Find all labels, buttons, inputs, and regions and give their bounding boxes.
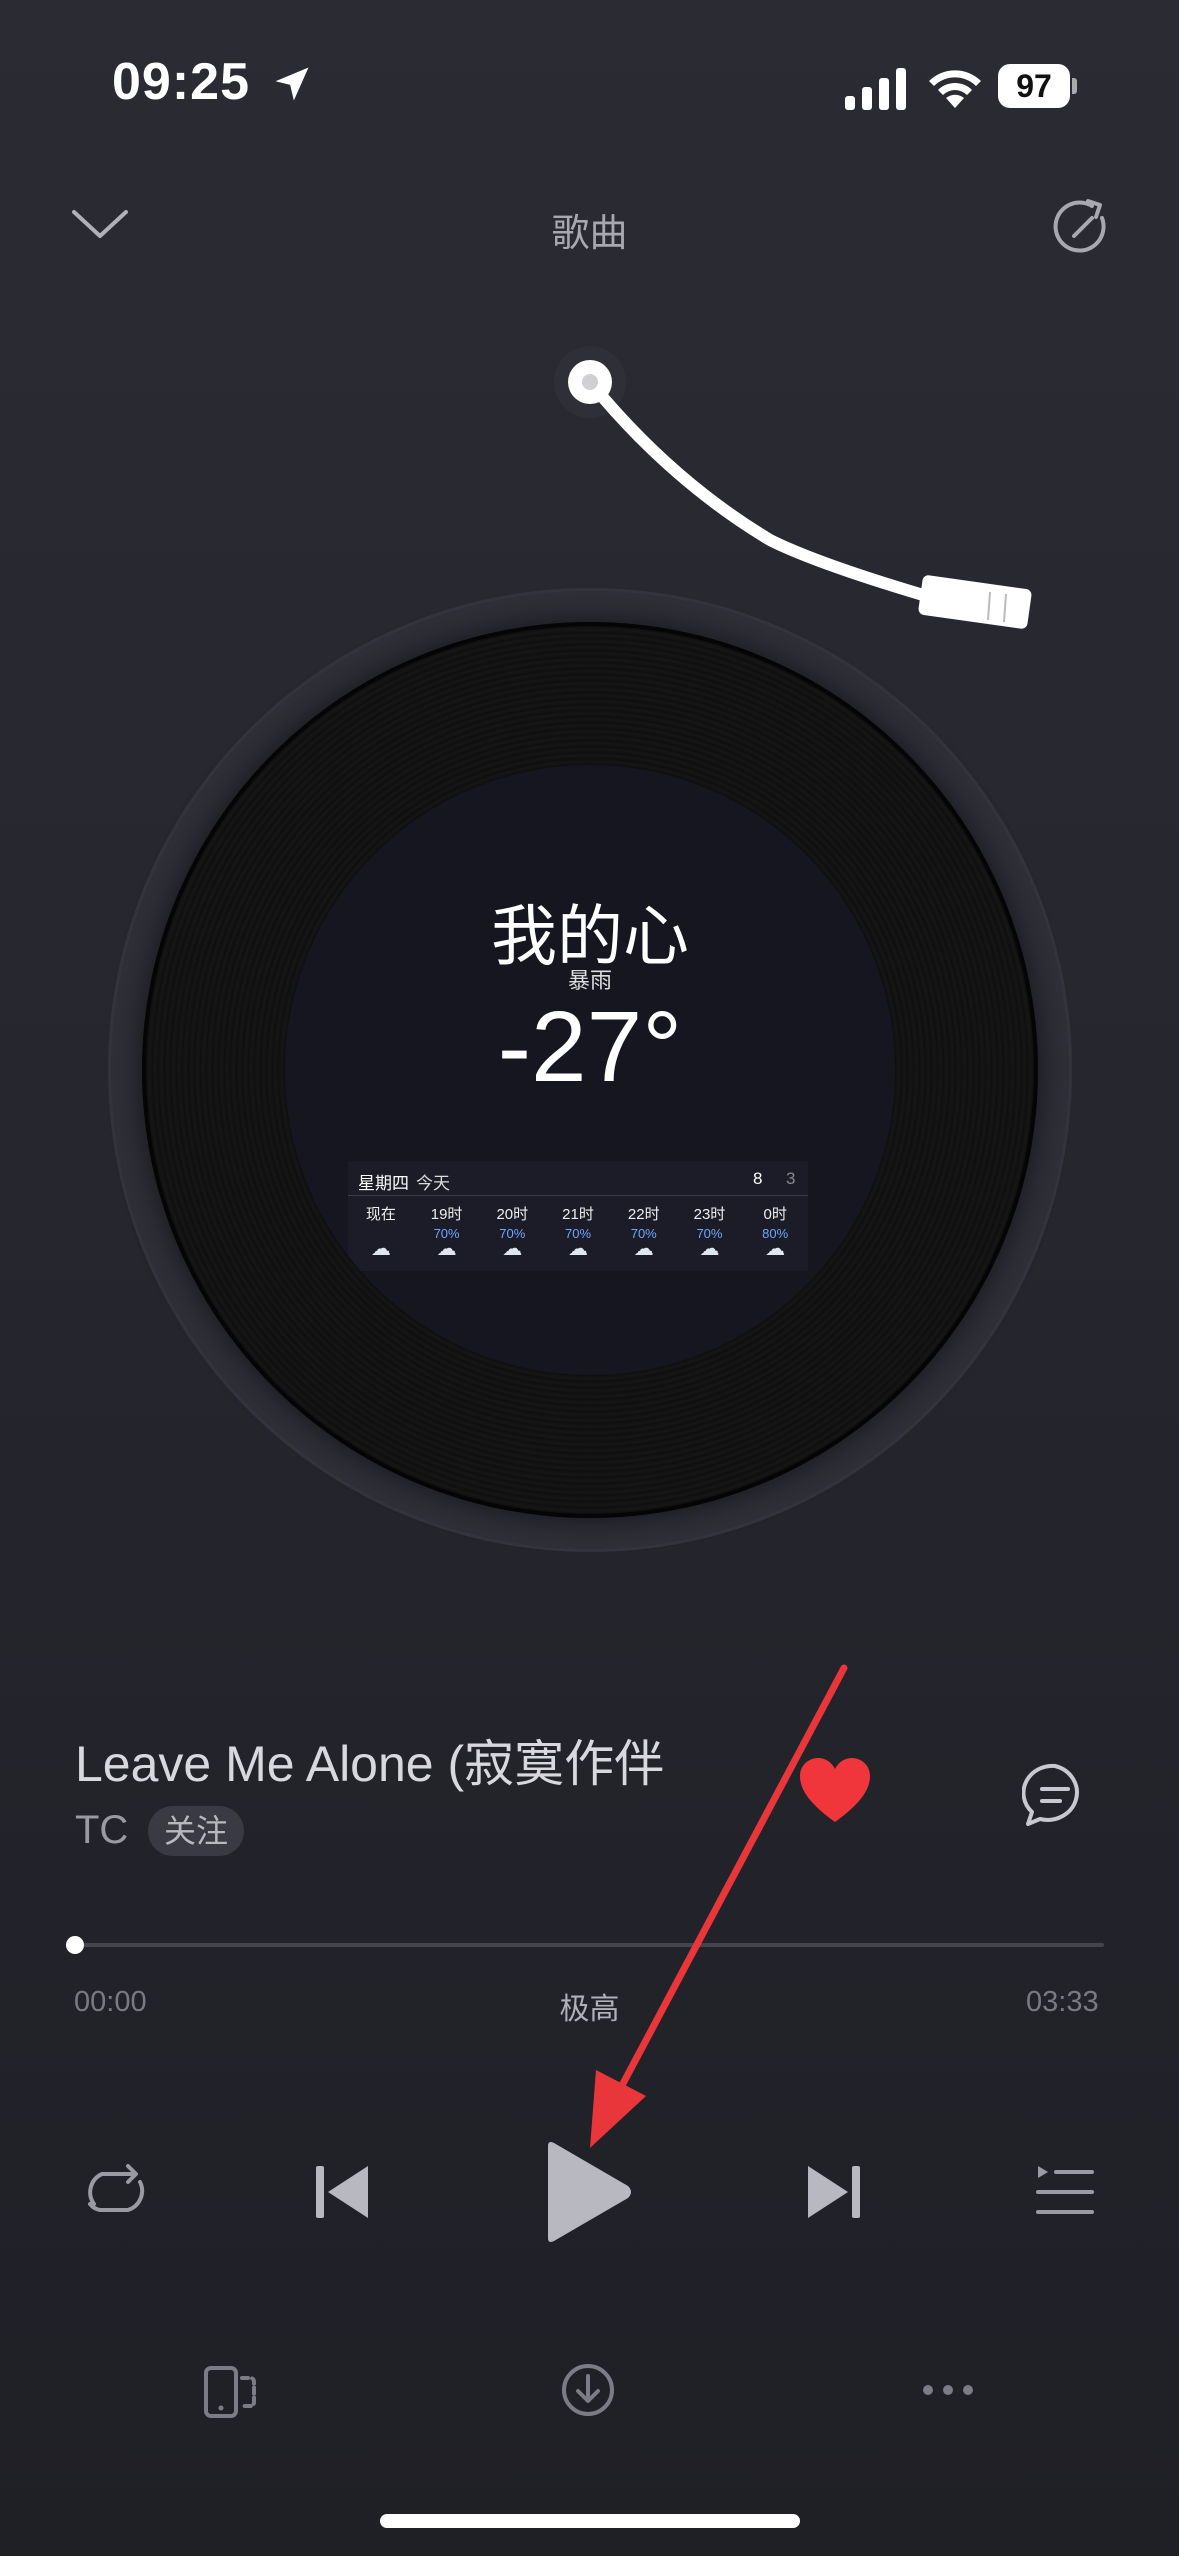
rain-cloud-icon: ☁ (502, 1238, 523, 1260)
forecast-hour-time: 19时 (430, 1206, 463, 1223)
download-icon[interactable] (560, 2362, 616, 2418)
forecast-high: 8 (753, 1169, 763, 1188)
rain-cloud-icon: ☁ (370, 1238, 391, 1260)
forecast-day: 星期四 (358, 1174, 409, 1193)
forecast-hour-time: 23时 (693, 1206, 726, 1223)
signal-icon (845, 68, 906, 110)
comment-icon[interactable] (1022, 1762, 1088, 1828)
home-indicator (380, 2514, 800, 2528)
forecast-hour-time: 0时 (763, 1206, 787, 1223)
tonearm (554, 346, 1032, 629)
weather-forecast-panel: 星期四 今天 8 3 现在 ☁ 19时 70% ☁ 20时 70% ☁ 21时 70% ☁ 2… (348, 1161, 808, 1271)
wifi-icon (929, 70, 981, 108)
status-time: 09:25 (112, 53, 250, 111)
battery-indicator: 97 (998, 64, 1078, 108)
artist-name[interactable]: TC (75, 1808, 128, 1853)
rain-cloud-icon: ☁ (765, 1238, 786, 1260)
forecast-today: 今天 (416, 1174, 450, 1193)
forecast-hour: 23时 70% ☁ (677, 1203, 743, 1265)
repeat-icon[interactable] (80, 2160, 150, 2222)
battery-level: 97 (998, 64, 1070, 108)
progress-knob[interactable] (66, 1936, 84, 1954)
forecast-low: 3 (786, 1169, 796, 1188)
forecast-hour-time: 21时 (562, 1206, 594, 1223)
next-icon[interactable] (806, 2162, 862, 2222)
forecast-hour: 现在 ☁ (348, 1203, 414, 1265)
rain-cloud-icon: ☁ (436, 1238, 457, 1260)
more-icon[interactable] (922, 2382, 974, 2398)
forecast-hour-time: 现在 (365, 1206, 396, 1223)
follow-button[interactable]: 关注 (148, 1806, 245, 1856)
battery-cap (1072, 78, 1077, 94)
location-arrow-icon (275, 67, 309, 101)
device-icon[interactable] (202, 2364, 258, 2420)
rain-cloud-icon: ☁ (633, 1238, 654, 1260)
forecast-hour: 22时 70% ☁ (611, 1203, 677, 1265)
forecast-divider (348, 1195, 808, 1196)
forecast-hour: 21时 70% ☁ (545, 1203, 611, 1265)
weather-temperature: -27° (497, 991, 683, 1103)
forecast-hour: 0时 80% ☁ (742, 1203, 808, 1265)
forecast-hour-time: 22时 (627, 1206, 660, 1223)
rain-cloud-icon: ☁ (568, 1238, 589, 1260)
annotation-arrow (590, 1664, 848, 2148)
rain-cloud-icon: ☁ (699, 1238, 720, 1260)
previous-icon[interactable] (314, 2162, 370, 2222)
forecast-hours: 现在 ☁ 19时 70% ☁ 20时 70% ☁ 21时 70% ☁ 22时 70% ☁ 23时 7… (348, 1203, 808, 1265)
play-icon[interactable] (542, 2140, 634, 2244)
page-title: 歌曲 (551, 213, 628, 255)
forecast-hour-time: 20时 (496, 1206, 529, 1223)
forecast-hour: 20时 70% ☁ (479, 1203, 545, 1265)
playlist-icon[interactable] (1034, 2160, 1096, 2222)
album-artwork: 我的心 暴雨 -27° 星期四 今天 8 3 现在 ☁ 19时 70% ☁ 20时 70… (285, 765, 895, 1375)
forecast-hour: 19时 70% ☁ (414, 1203, 480, 1265)
share-icon[interactable] (1052, 196, 1114, 258)
total-time: 03:33 (1026, 1986, 1099, 2018)
